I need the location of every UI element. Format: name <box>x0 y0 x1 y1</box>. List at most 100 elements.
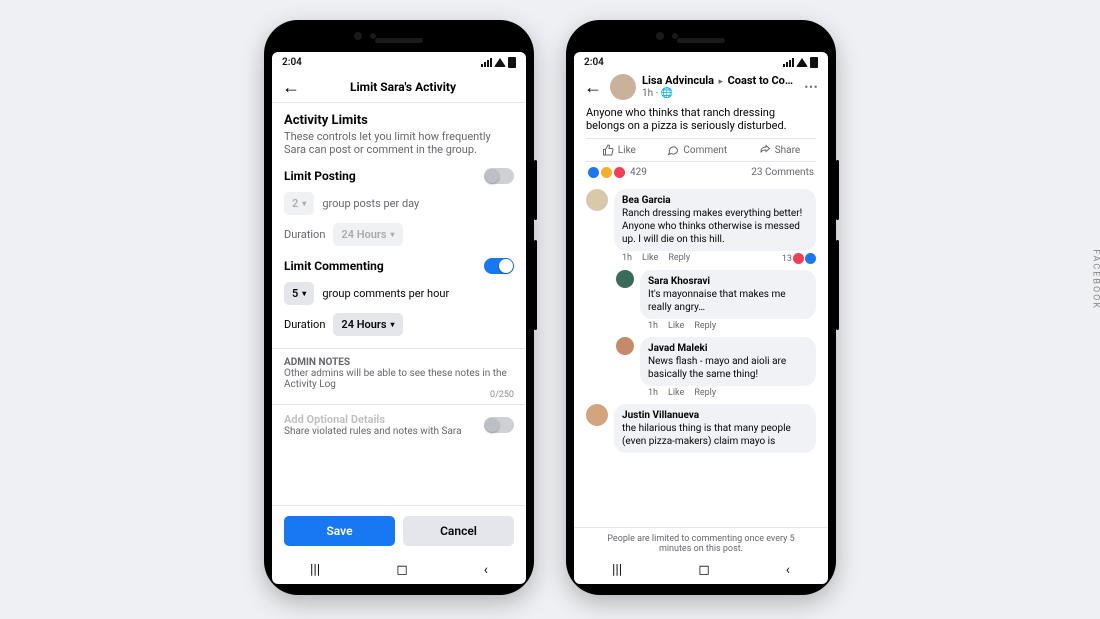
recent-apps-icon[interactable]: ||| <box>612 562 622 578</box>
limit-commenting-row: Limit Commenting <box>284 258 514 274</box>
post-navbar: ← Lisa Advincula ▸ Coast to Co… 1h · <box>574 72 828 102</box>
limit-posting-label: Limit Posting <box>284 169 356 183</box>
comment-thread: Bea Garcia Ranch dressing makes everythi… <box>586 189 816 264</box>
home-icon[interactable]: ◻ <box>396 562 408 578</box>
comment-like-link[interactable]: Like <box>642 253 658 264</box>
camera-dot-icon <box>672 33 678 39</box>
comment-like-link[interactable]: Like <box>668 388 684 398</box>
post-header: Lisa Advincula ▸ Coast to Co… 1h · 🌐 <box>610 70 796 104</box>
commenting-value-row: 5 ▾ group comments per hour <box>284 282 514 305</box>
commenter-name[interactable]: Justin Villanueva <box>622 409 808 422</box>
comment-reply-link[interactable]: Reply <box>694 321 716 331</box>
optional-desc: Share violated rules and notes with Sara <box>284 426 484 437</box>
limit-commenting-toggle[interactable] <box>484 258 514 274</box>
breadcrumb-arrow-icon: ▸ <box>719 77 724 87</box>
commenting-count-select[interactable]: 5 ▾ <box>284 282 314 305</box>
comment-bubble: Bea Garcia Ranch dressing makes everythi… <box>614 189 816 251</box>
comment-thread: Sara Khosravi It's mayonnaise that makes… <box>616 270 816 331</box>
comment-bubble: Javad Maleki News flash - mayo and aioli… <box>640 337 816 386</box>
screen-left: 2:04 ← Limit Sara's Activity Activity Li… <box>272 52 526 584</box>
comment-react-count: 13 <box>782 254 792 264</box>
status-bar: 2:04 <box>272 52 526 72</box>
posting-value-row: 2 ▾ group posts per day <box>284 192 514 215</box>
cancel-button[interactable]: Cancel <box>403 516 514 546</box>
back-icon[interactable]: ‹ <box>786 562 790 578</box>
like-label: Like <box>618 145 636 156</box>
admin-notes-desc: Other admins will be able to see these n… <box>284 368 514 390</box>
thumbs-up-icon <box>602 144 614 156</box>
recent-apps-icon[interactable]: ||| <box>310 562 320 578</box>
optional-toggle[interactable] <box>484 417 514 433</box>
commenting-count-value: 5 <box>292 287 298 300</box>
phone-right: 2:04 ← Lisa Advincula ▸ <box>566 20 836 595</box>
commenting-duration-value: 24 Hours <box>341 318 386 331</box>
caret-down-icon: ▾ <box>302 199 306 208</box>
commenter-name[interactable]: Javad Maleki <box>648 342 808 355</box>
posting-duration-select[interactable]: 24 Hours ▾ <box>333 223 402 246</box>
comment-bubble: Justin Villanueva the hilarious thing is… <box>614 404 816 453</box>
caret-down-icon: ▾ <box>302 289 306 298</box>
android-nav: ||| ◻ ‹ <box>272 556 526 584</box>
comment-button[interactable]: Comment <box>667 144 727 156</box>
divider <box>272 348 526 349</box>
posting-duration-value: 24 Hours <box>341 228 386 241</box>
comment-bubble: Sara Khosravi It's mayonnaise that makes… <box>640 270 816 319</box>
comment-limit-notice: People are limited to commenting once ev… <box>574 527 828 556</box>
camera-dot-icon <box>656 32 664 40</box>
commenter-name[interactable]: Sara Khosravi <box>648 275 808 288</box>
limit-posting-row: Limit Posting <box>284 168 514 184</box>
bezel-top <box>272 28 526 52</box>
limit-commenting-label: Limit Commenting <box>284 259 384 273</box>
limit-posting-toggle[interactable] <box>484 168 514 184</box>
content-left: Activity Limits These controls let you l… <box>272 103 526 505</box>
posting-count-value: 2 <box>292 197 298 210</box>
status-time: 2:04 <box>584 57 604 68</box>
love-reaction-icon <box>614 167 625 178</box>
posting-unit: group posts per day <box>322 197 419 210</box>
author-name[interactable]: Lisa Advincula <box>642 74 714 87</box>
commenter-avatar[interactable] <box>586 404 608 426</box>
posting-duration-label: Duration <box>284 228 325 241</box>
commenter-avatar[interactable] <box>616 270 634 288</box>
admin-notes-title: ADMIN NOTES <box>284 357 514 368</box>
signal-icon <box>783 58 794 67</box>
reaction-icons[interactable]: 429 <box>588 167 647 178</box>
comment-time: 1h <box>648 388 658 398</box>
signal-icon <box>481 58 492 67</box>
back-arrow-icon[interactable]: ← <box>584 77 602 98</box>
commenting-duration-select[interactable]: 24 Hours ▾ <box>333 313 402 336</box>
page-title: Limit Sara's Activity <box>290 80 516 94</box>
posting-duration-row: Duration 24 Hours ▾ <box>284 223 514 246</box>
save-button[interactable]: Save <box>284 516 395 546</box>
post-body: Anyone who thinks that ranch dressing be… <box>586 106 816 132</box>
comment-count[interactable]: 23 Comments <box>751 167 814 178</box>
comment-reactions[interactable]: 13 <box>782 253 816 264</box>
divider <box>272 404 526 405</box>
comment-like-link[interactable]: Like <box>668 321 684 331</box>
reaction-count: 429 <box>630 167 647 178</box>
commenter-avatar[interactable] <box>586 189 608 211</box>
home-icon[interactable]: ◻ <box>698 562 710 578</box>
status-icons <box>783 57 818 68</box>
comment-reply-link[interactable]: Reply <box>668 253 690 264</box>
group-name[interactable]: Coast to Co… <box>728 74 793 87</box>
status-time: 2:04 <box>282 57 302 68</box>
commenter-name[interactable]: Bea Garcia <box>622 194 808 207</box>
like-button[interactable]: Like <box>602 144 636 156</box>
comment-icon <box>667 144 679 156</box>
love-reaction-icon <box>793 253 804 264</box>
back-icon[interactable]: ‹ <box>484 562 488 578</box>
posting-count-select[interactable]: 2 ▾ <box>284 192 314 215</box>
share-button[interactable]: Share <box>759 144 800 156</box>
comment-reply-link[interactable]: Reply <box>694 388 716 398</box>
camera-dot-icon <box>370 33 376 39</box>
section-sub: These controls let you limit how frequen… <box>284 130 514 156</box>
content-right: Anyone who thinks that ranch dressing be… <box>574 102 828 523</box>
camera-dot-icon <box>354 32 362 40</box>
commenting-unit: group comments per hour <box>322 287 449 300</box>
comment-thread: Justin Villanueva the hilarious thing is… <box>586 404 816 453</box>
comment-thread: Javad Maleki News flash - mayo and aioli… <box>616 337 816 398</box>
author-avatar[interactable] <box>610 74 636 100</box>
more-options-icon[interactable]: ⋯ <box>804 79 818 95</box>
commenter-avatar[interactable] <box>616 337 634 355</box>
